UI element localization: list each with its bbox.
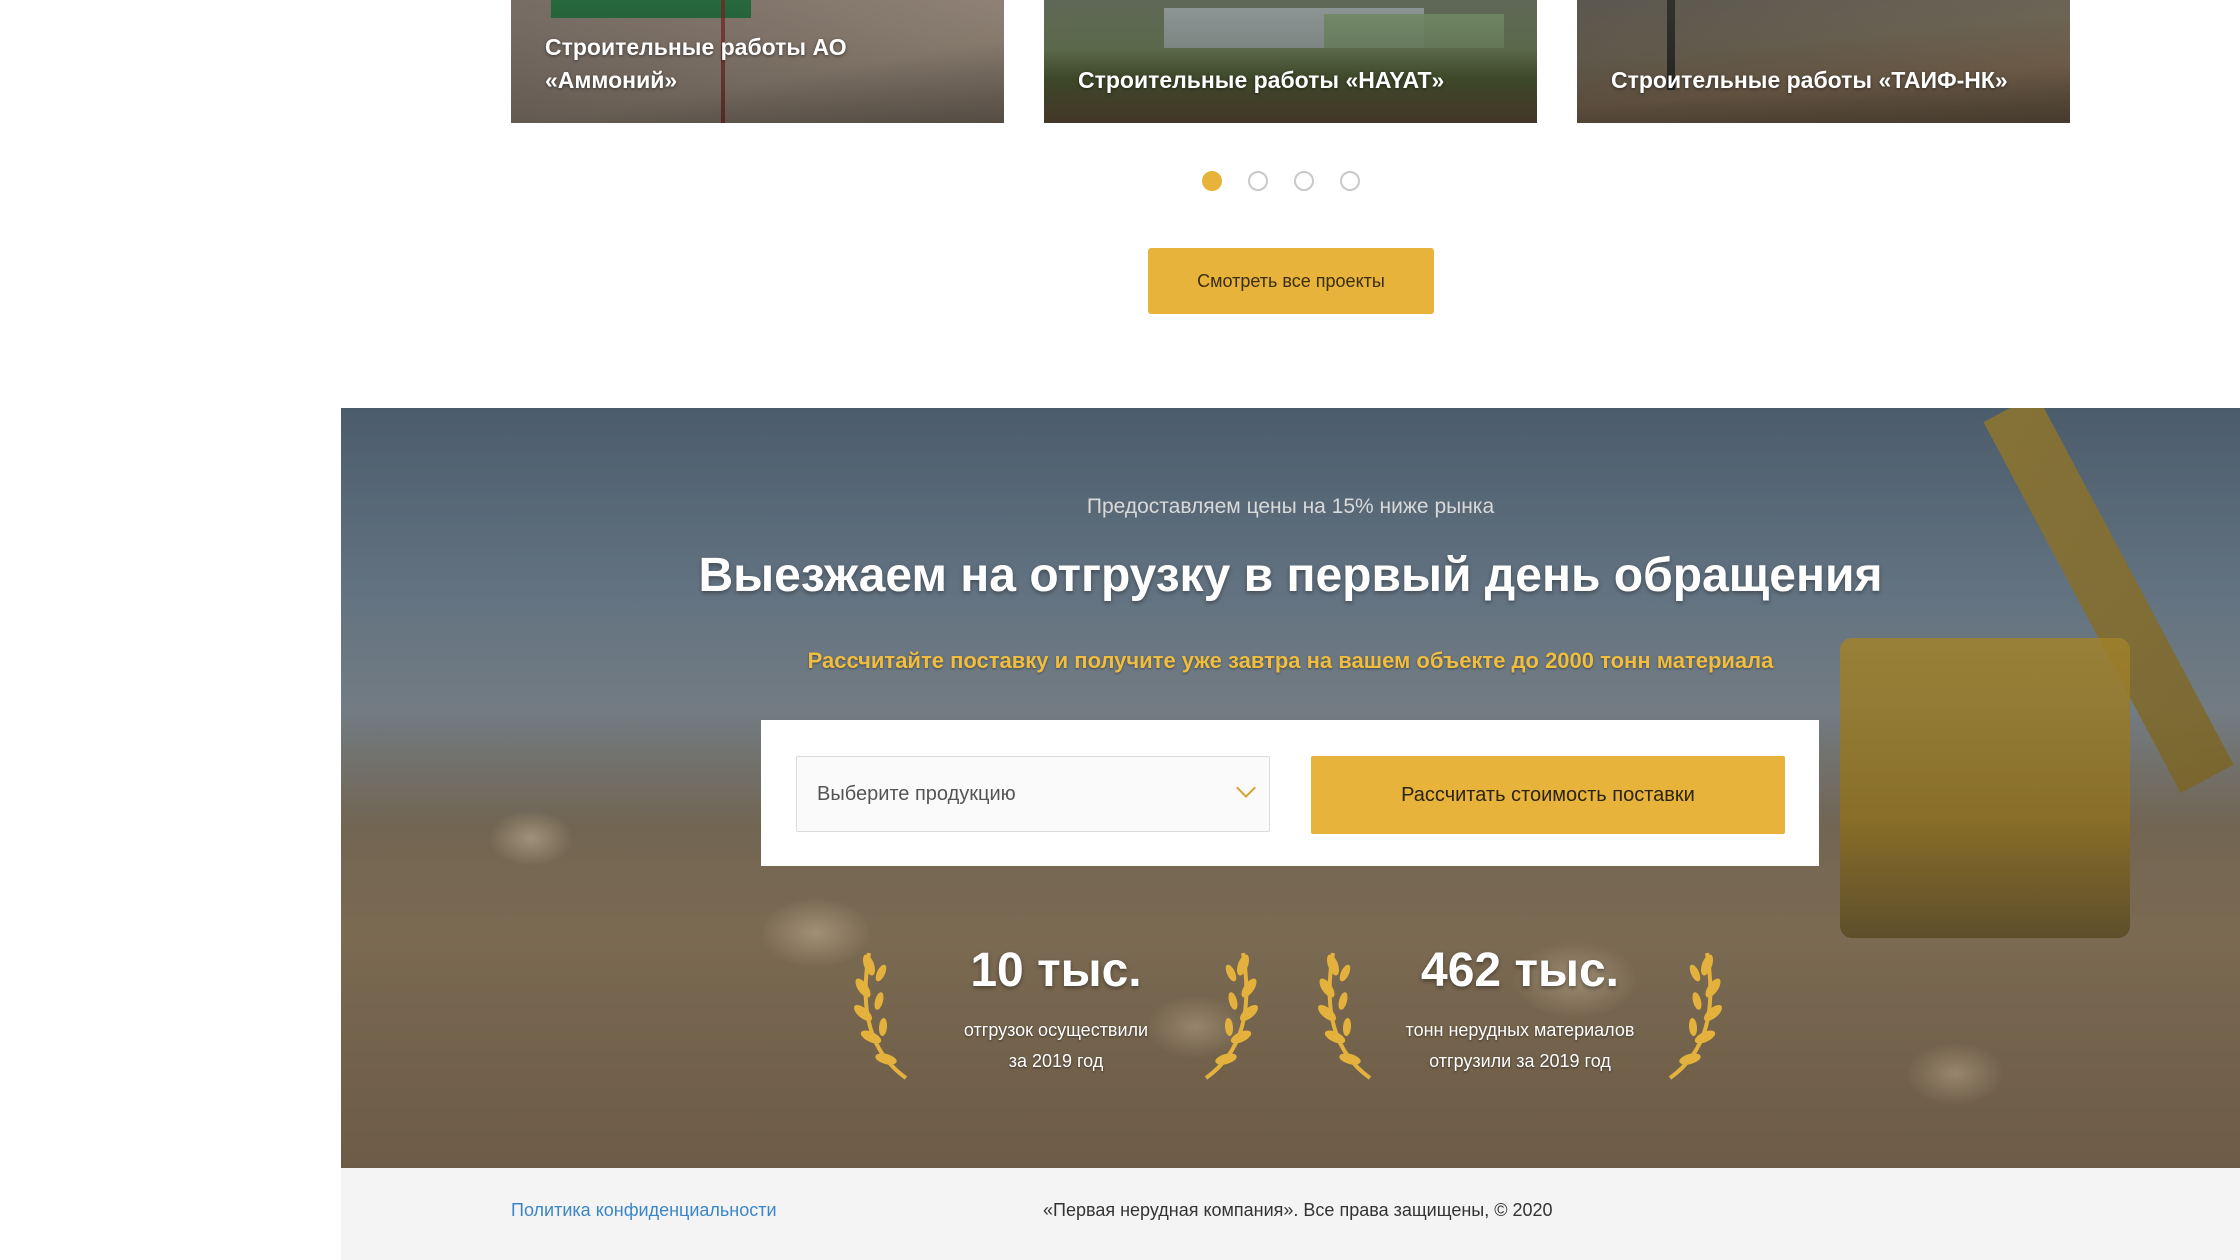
- calculate-delivery-button[interactable]: Рассчитать стоимость поставки: [1311, 756, 1785, 834]
- product-select-value: Выберите продукцию: [817, 783, 1016, 805]
- privacy-policy-link[interactable]: Политика конфиденциальности: [511, 1200, 777, 1221]
- project-title: Строительные работы АО «Аммоний»: [545, 34, 847, 93]
- carousel-dot-3[interactable]: [1294, 171, 1314, 191]
- project-card-ammoniy[interactable]: Строительные работы АО «Аммоний»: [511, 0, 1004, 123]
- product-select[interactable]: Выберите продукцию: [796, 756, 1270, 832]
- project-card-hayat[interactable]: Строительные работы «HAYAT»: [1044, 0, 1537, 123]
- stat-shipments: 10 тыс. отгрузок осуществили за 2019 год: [851, 933, 1261, 1103]
- hero-title: Выезжаем на отгрузку в первый день обращ…: [698, 549, 1883, 602]
- carousel-pagination: [1202, 171, 1360, 191]
- laurel-icon: [1668, 952, 1723, 1080]
- view-all-projects-button[interactable]: Смотреть все проекты: [1148, 248, 1434, 314]
- calc-form: Выберите продукцию Рассчитать стоимость …: [761, 720, 1819, 866]
- stat-tonnage: 462 тыс. тонн нерудных материалов отгруз…: [1315, 933, 1725, 1103]
- carousel-dot-1[interactable]: [1202, 171, 1222, 191]
- carousel-dot-4[interactable]: [1340, 171, 1360, 191]
- laurel-icon: [1204, 952, 1259, 1080]
- project-card-taif[interactable]: Строительные работы «ТАИФ-НК»: [1577, 0, 2070, 123]
- copyright-text: «Первая нерудная компания». Все права за…: [1043, 1200, 1553, 1220]
- hero-subtitle: Предоставляем цены на 15% ниже рынка: [1086, 495, 1495, 518]
- hero-section: Предоставляем цены на 15% ниже рынка Вые…: [341, 408, 2240, 1168]
- chevron-down-icon: [1236, 778, 1256, 798]
- project-title: Строительные работы «HAYAT»: [1078, 67, 1445, 93]
- hero-accent-text: Рассчитайте поставку и получите уже завт…: [807, 648, 1774, 673]
- footer: Политика конфиденциальности «Первая неру…: [341, 1168, 2240, 1260]
- carousel-dot-2[interactable]: [1248, 171, 1268, 191]
- project-title: Строительные работы «ТАИФ-НК»: [1611, 67, 2008, 93]
